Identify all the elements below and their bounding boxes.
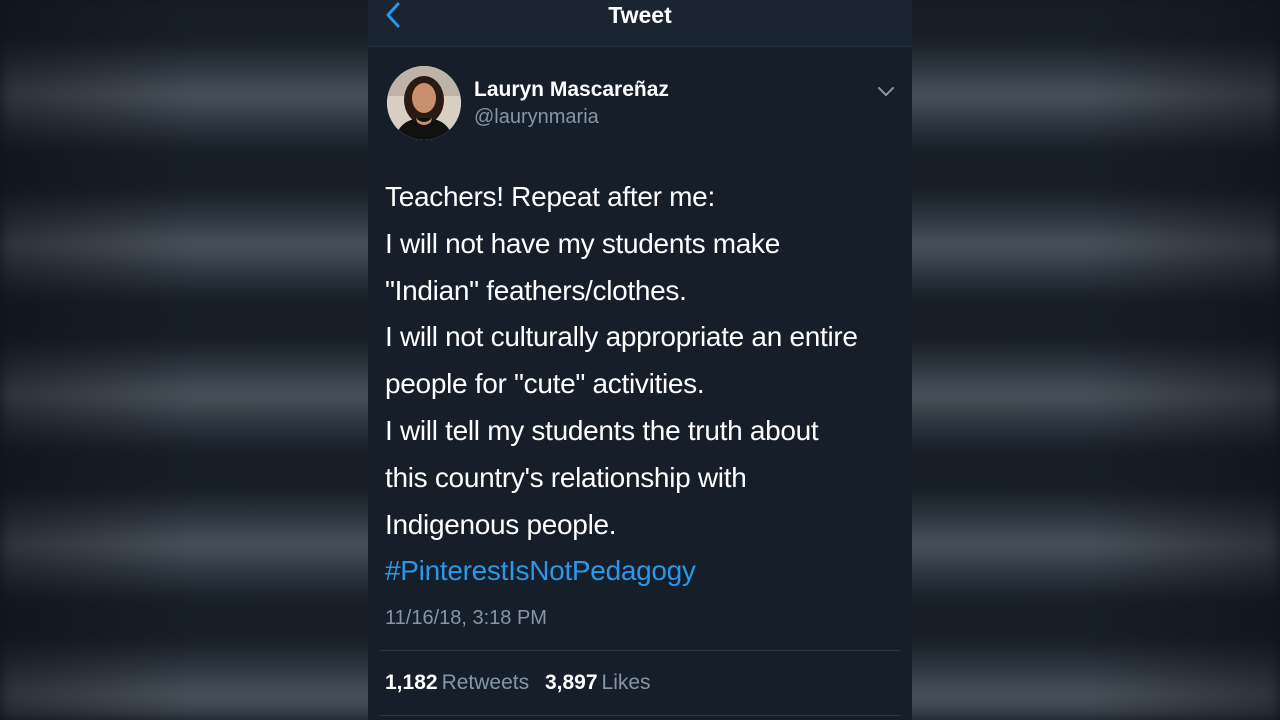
tweet-line: Indigenous people.: [385, 508, 617, 540]
divider: [379, 715, 901, 716]
retweets-label: Retweets: [441, 671, 530, 694]
author-name[interactable]: Lauryn Mascareñaz: [474, 77, 669, 103]
phone-screen: Tweet Lauryn Mascareñaz @laurynmaria Tea…: [368, 0, 912, 720]
retweets-stat[interactable]: 1,182 Retweets: [385, 671, 545, 694]
avatar[interactable]: [387, 66, 461, 140]
page-title: Tweet: [608, 2, 672, 28]
tweet-line: "Indian" feathers/clothes.: [385, 274, 687, 306]
tweet-timestamp: 11/16/18, 3:18 PM: [385, 607, 547, 629]
tweet-line: this country's relationship with: [385, 461, 747, 493]
likes-stat[interactable]: 3,897 Likes: [545, 671, 661, 694]
tweet-text: Teachers! Repeat after me: I will not ha…: [385, 174, 905, 595]
tweet-line: people for "cute" activities.: [385, 368, 705, 400]
navigation-bar: Tweet: [368, 0, 912, 47]
tweet-line: Teachers! Repeat after me:: [385, 181, 715, 212]
divider: [379, 650, 901, 651]
tweet-menu-button[interactable]: [874, 81, 898, 101]
chevron-down-icon: [878, 87, 894, 96]
hashtag-link[interactable]: #PinterestIsNotPedagogy: [385, 548, 905, 595]
retweets-count: 1,182: [385, 671, 438, 694]
avatar-photo: [387, 66, 461, 140]
tweet-line: I will tell my students the truth about: [385, 414, 819, 446]
likes-count: 3,897: [544, 671, 598, 694]
engagement-stats: 1,182 Retweets 3,897 Likes: [385, 670, 661, 696]
author-handle[interactable]: @laurynmaria: [474, 104, 599, 130]
tweet-detail: Lauryn Mascareñaz @laurynmaria Teachers!…: [368, 47, 912, 720]
tweet-line: I will not have my students make: [385, 227, 781, 259]
tweet-line: I will not culturally appropriate an ent…: [385, 321, 858, 353]
likes-label: Likes: [601, 671, 651, 694]
